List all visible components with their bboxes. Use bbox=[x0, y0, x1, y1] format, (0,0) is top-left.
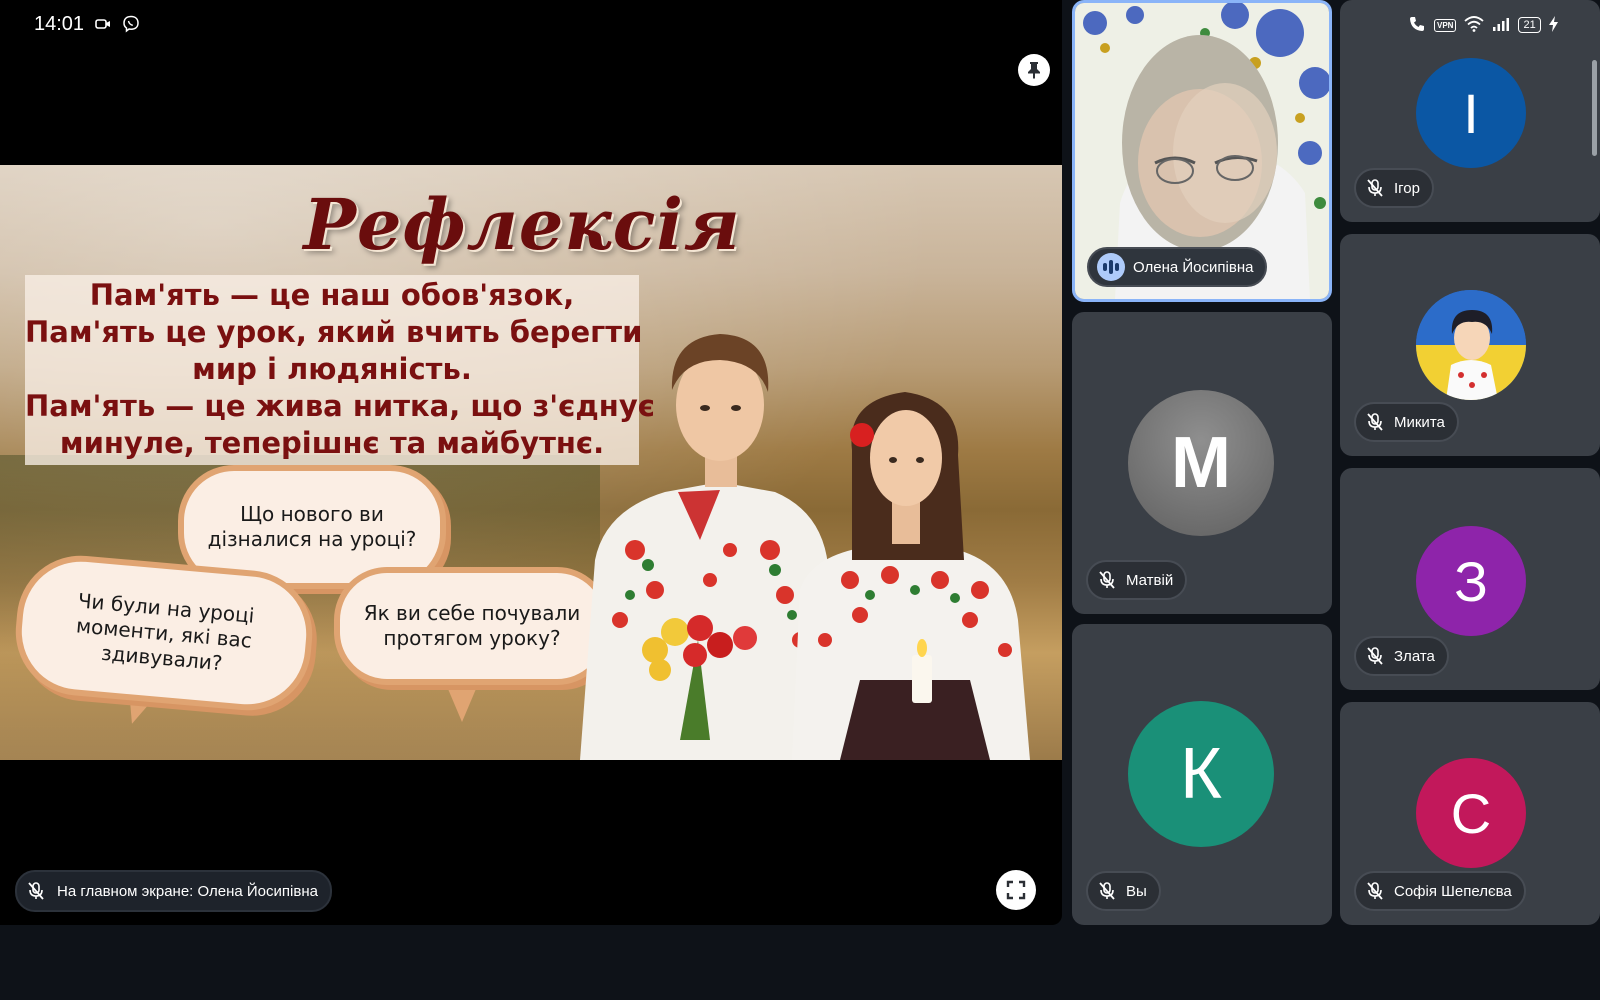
main-stage[interactable]: 14:01 Рефлексія Пам'ять — це наш обов'яз… bbox=[0, 0, 1062, 925]
quote-line: Пам'ять — це наш обов'язок, bbox=[89, 278, 575, 312]
mic-off-icon bbox=[1096, 880, 1118, 902]
participant-name: Вы bbox=[1126, 882, 1147, 900]
mic-off-icon bbox=[1364, 645, 1386, 667]
mic-off-icon bbox=[1364, 177, 1386, 199]
mic-off-icon bbox=[1096, 569, 1118, 591]
participant-tile-matvii[interactable]: М Матвій bbox=[1072, 312, 1332, 614]
bubble-line: Що нового ви bbox=[240, 502, 384, 526]
participant-tile-olena[interactable]: Олена Йосипівна bbox=[1072, 0, 1332, 302]
participant-name-chip: Вы bbox=[1086, 871, 1161, 911]
avatar: К bbox=[1128, 701, 1274, 847]
participant-name-chip: Матвій bbox=[1086, 560, 1188, 600]
clock: 14:01 bbox=[34, 12, 85, 35]
battery-icon: 21 bbox=[1518, 17, 1541, 33]
signal-icon bbox=[1492, 17, 1510, 34]
slide-title: Рефлексія bbox=[303, 183, 741, 266]
participant-name: Олена Йосипівна bbox=[1133, 258, 1254, 276]
quote-line: Пам'ять — це жива нитка, що з'єднує bbox=[25, 389, 655, 423]
mic-off-icon bbox=[1364, 411, 1386, 433]
call-icon bbox=[1408, 15, 1426, 36]
participant-name: Матвій bbox=[1126, 571, 1174, 589]
participant-name: Ігор bbox=[1394, 179, 1420, 197]
participant-tile-sofiia[interactable]: С Софія Шепелєва bbox=[1340, 702, 1600, 925]
participant-list-scrollbar[interactable] bbox=[1592, 60, 1597, 156]
girl-figure bbox=[792, 392, 1030, 760]
quote-line: Пам'ять це урок, який вчить берегти bbox=[25, 315, 643, 349]
bubble-line: протягом уроку? bbox=[383, 626, 561, 650]
participant-tile-self[interactable]: К Вы bbox=[1072, 624, 1332, 925]
presentation-slide: Рефлексія Пам'ять — це наш обов'язок, Па… bbox=[0, 165, 1062, 760]
avatar: С bbox=[1416, 758, 1526, 868]
participant-name-chip: Софія Шепелєва bbox=[1354, 871, 1526, 911]
bubble-line: дізналися на уроці? bbox=[207, 527, 417, 551]
participant-tile-mykyta[interactable]: Микита bbox=[1340, 234, 1600, 456]
quote-line: минуле, теперішнє та майбутнє. bbox=[59, 426, 605, 460]
avatar: І bbox=[1416, 58, 1526, 168]
participant-name: Софія Шепелєва bbox=[1394, 882, 1512, 900]
participant-name-chip: Ігор bbox=[1354, 168, 1434, 208]
camera-notification-icon bbox=[94, 15, 112, 33]
wifi-icon bbox=[1464, 15, 1485, 35]
participant-tile-igor[interactable]: VPN 21 І Ігор bbox=[1340, 0, 1600, 222]
avatar: М bbox=[1128, 390, 1274, 536]
mic-off-icon bbox=[25, 880, 47, 902]
participant-name: Микита bbox=[1394, 413, 1445, 431]
status-bar-right: VPN 21 bbox=[1408, 14, 1558, 36]
charging-icon bbox=[1548, 15, 1558, 35]
main-screen-label-text: На главном экране: Олена Йосипівна bbox=[57, 882, 318, 900]
speaking-indicator-icon bbox=[1097, 253, 1125, 281]
participant-name: Злата bbox=[1394, 647, 1435, 665]
vpn-icon: VPN bbox=[1434, 18, 1457, 32]
participant-name-chip: Микита bbox=[1354, 402, 1459, 442]
mic-off-icon bbox=[1364, 880, 1386, 902]
participant-tile-zlata[interactable]: З Злата bbox=[1340, 468, 1600, 690]
viber-notification-icon bbox=[122, 15, 140, 33]
participant-name-chip: Олена Йосипівна bbox=[1087, 247, 1268, 287]
fullscreen-icon[interactable] bbox=[996, 870, 1036, 910]
avatar bbox=[1416, 290, 1526, 400]
slide-quote: Пам'ять — це наш обов'язок, Пам'ять це у… bbox=[25, 277, 655, 462]
status-bar-left: 14:01 bbox=[34, 12, 140, 36]
avatar: З bbox=[1416, 526, 1526, 636]
quote-line: мир і людяність. bbox=[192, 352, 472, 386]
speech-bubble-surprises: Чи були на уроці моменти, які вас здивув… bbox=[10, 550, 318, 716]
bubble-line: Як ви себе почували bbox=[363, 601, 581, 625]
boy-figure bbox=[580, 334, 828, 760]
main-screen-label: На главном экране: Олена Йосипівна bbox=[15, 870, 332, 912]
participant-name-chip: Злата bbox=[1354, 636, 1449, 676]
slide-illustration bbox=[580, 334, 1030, 760]
pin-icon[interactable] bbox=[1018, 54, 1050, 86]
